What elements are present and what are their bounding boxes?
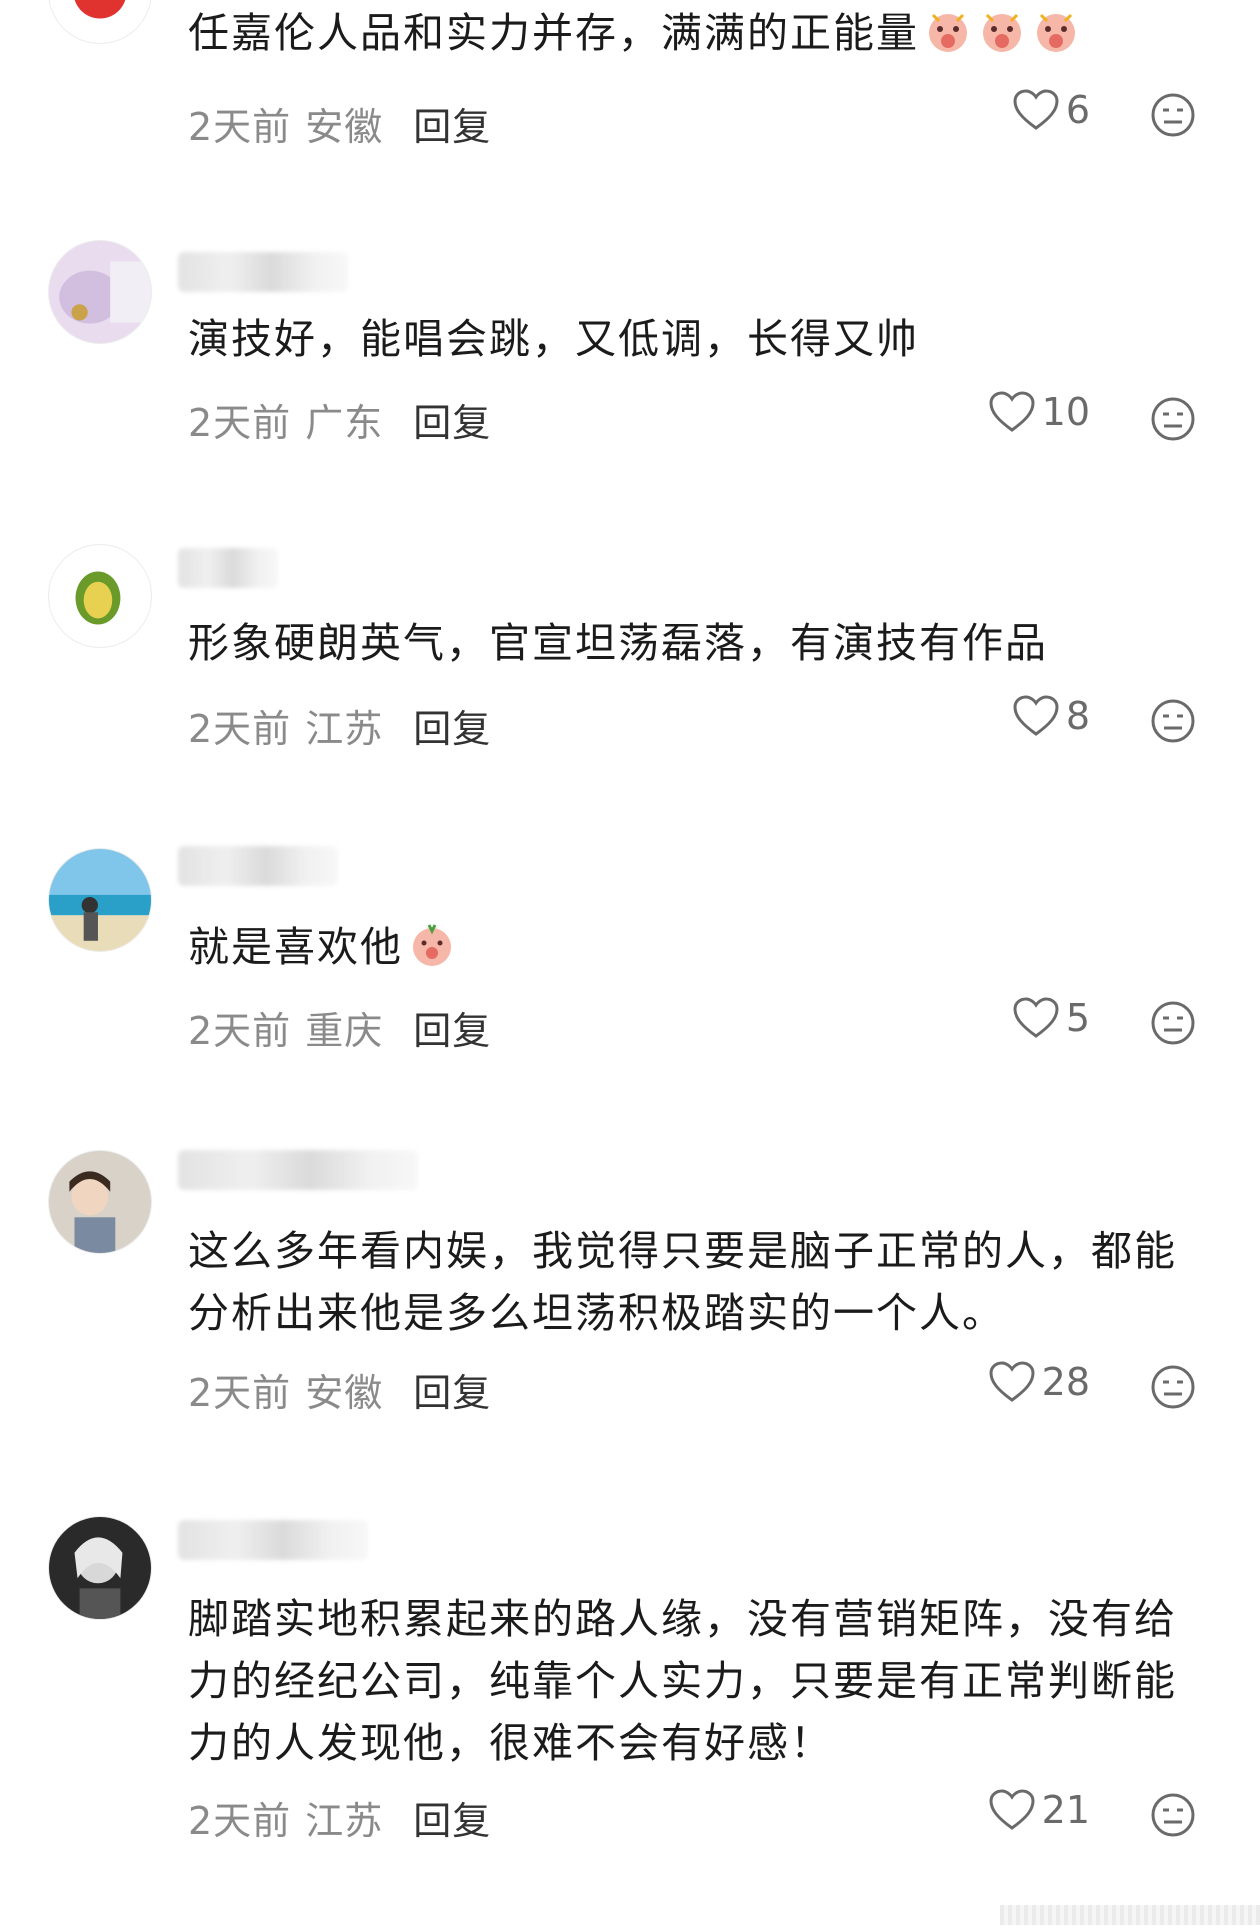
pig-excited-emoji	[929, 13, 967, 52]
comment-region: 安徽	[305, 1371, 384, 1415]
comment-region: 江苏	[305, 707, 384, 751]
like-count: 21	[1041, 1788, 1090, 1832]
comment-time: 2天前	[188, 105, 292, 149]
heart-outline-icon	[989, 1361, 1035, 1402]
reply-button[interactable]: 回复	[413, 1371, 491, 1415]
like-button[interactable]: 5	[1012, 996, 1090, 1040]
like-button[interactable]: 8	[1012, 694, 1090, 738]
pig-excited-emoji	[1037, 13, 1075, 52]
comment-text: 这么多年看内娱，我觉得只要是脑子正常的人，都能分析出来他是多么坦荡积极踏实的一个…	[188, 1227, 1177, 1337]
like-count: 8	[1065, 694, 1090, 738]
reply-button[interactable]: 回复	[413, 105, 491, 149]
username-blurred[interactable]	[178, 1150, 418, 1190]
neutral-face-icon[interactable]	[1150, 1792, 1196, 1838]
like-count: 6	[1065, 88, 1090, 132]
comment-meta: 2天前 江苏 回复	[188, 698, 491, 753]
comment-region: 重庆	[305, 1009, 384, 1053]
like-count: 28	[1041, 1360, 1090, 1404]
like-count: 10	[1041, 390, 1090, 434]
comment-region: 广东	[305, 401, 384, 445]
like-button[interactable]: 10	[988, 390, 1090, 434]
reply-button[interactable]: 回复	[413, 401, 491, 445]
avatar[interactable]	[48, 240, 152, 344]
avatar[interactable]	[48, 848, 152, 952]
username-blurred[interactable]	[178, 846, 338, 886]
comment-meta: 2天前 安徽 回复	[188, 96, 491, 151]
comment-meta: 2天前 江苏 回复	[188, 1790, 491, 1845]
comment-time: 2天前	[188, 1799, 292, 1843]
comment-time: 2天前	[188, 707, 292, 751]
comment-meta: 2天前 重庆 回复	[188, 1000, 491, 1055]
comment-time: 2天前	[188, 1371, 292, 1415]
comment-text: 演技好，能唱会跳，又低调，长得又帅	[188, 315, 919, 363]
like-button[interactable]: 21	[988, 1788, 1090, 1832]
like-button[interactable]: 28	[988, 1360, 1090, 1404]
heart-outline-icon	[989, 391, 1035, 432]
comment-text: 脚踏实地积累起来的路人缘，没有营销矩阵，没有给力的经纪公司，纯靠个人实力，只要是…	[188, 1595, 1177, 1767]
reply-button[interactable]: 回复	[413, 1009, 491, 1053]
reply-button[interactable]: 回复	[413, 1799, 491, 1843]
heart-outline-icon	[1013, 997, 1059, 1038]
comment-time: 2天前	[188, 401, 292, 445]
neutral-face-icon[interactable]	[1150, 698, 1196, 744]
avatar[interactable]	[48, 0, 152, 44]
heart-outline-icon	[1013, 89, 1059, 130]
neutral-face-icon[interactable]	[1150, 396, 1196, 442]
like-button[interactable]: 6	[1012, 88, 1090, 132]
comment-text: 形象硬朗英气，官宣坦荡磊落，有演技有作品	[188, 619, 1048, 667]
neutral-face-icon[interactable]	[1150, 92, 1196, 138]
reply-button[interactable]: 回复	[413, 707, 491, 751]
comment-region: 安徽	[305, 105, 384, 149]
comment-time: 2天前	[188, 1009, 292, 1053]
neutral-face-icon[interactable]	[1150, 1000, 1196, 1046]
pig-excited-emoji	[983, 13, 1021, 52]
username-blurred[interactable]	[178, 1520, 368, 1560]
avatar[interactable]	[48, 1516, 152, 1620]
neutral-face-icon[interactable]	[1150, 1364, 1196, 1410]
comment-text: 任嘉伦人品和实力并存，满满的正能量	[188, 2, 1200, 64]
like-count: 5	[1065, 996, 1090, 1040]
heart-outline-icon	[989, 1789, 1035, 1830]
pig-shy-emoji	[413, 924, 451, 966]
username-blurred[interactable]	[178, 252, 348, 292]
comment-region: 江苏	[305, 1799, 384, 1843]
avatar[interactable]	[48, 1150, 152, 1254]
comment-meta: 2天前 安徽 回复	[188, 1362, 491, 1417]
avatar[interactable]	[48, 544, 152, 648]
comment-text: 就是喜欢他	[188, 916, 1200, 978]
watermark-strip	[1000, 1905, 1260, 1925]
heart-outline-icon	[1013, 695, 1059, 736]
comment-meta: 2天前 广东 回复	[188, 392, 491, 447]
username-blurred[interactable]	[178, 548, 278, 588]
